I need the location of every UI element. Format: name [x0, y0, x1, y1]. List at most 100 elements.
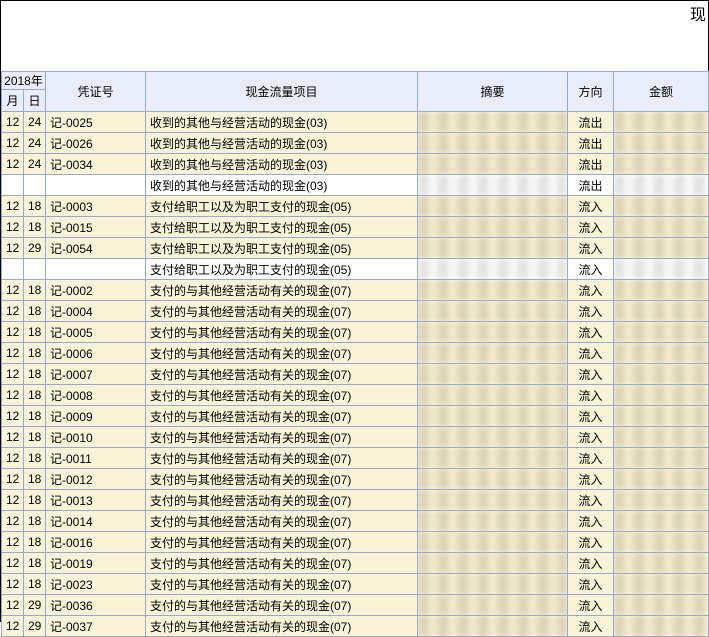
table-row[interactable]: 1229记-0054支付给职工以及为职工支付的现金(05)流入	[2, 238, 709, 259]
table-row[interactable]: 1229记-0036支付的与其他经营活动有关的现金(07)流入	[2, 595, 709, 616]
col-amount[interactable]: 金额	[614, 72, 709, 112]
table-row[interactable]: 1218记-0003支付给职工以及为职工支付的现金(05)流入	[2, 196, 709, 217]
cell-voucher-no[interactable]: 记-0015	[46, 217, 146, 238]
table-row[interactable]: 1218记-0006支付的与其他经营活动有关的现金(07)流入	[2, 343, 709, 364]
cell-cashflow-item: 支付的与其他经营活动有关的现金(07)	[146, 448, 418, 469]
table-row[interactable]: 1218记-0010支付的与其他经营活动有关的现金(07)流入	[2, 427, 709, 448]
cell-voucher-no[interactable]: 记-0006	[46, 343, 146, 364]
cell-voucher-no[interactable]: 记-0008	[46, 385, 146, 406]
cell-voucher-no[interactable]: 记-0034	[46, 154, 146, 175]
cell-month: 12	[2, 427, 24, 448]
cell-voucher-no[interactable]: 记-0002	[46, 280, 146, 301]
cell-voucher-no[interactable]: 记-0016	[46, 532, 146, 553]
cell-voucher-no[interactable]: 记-0009	[46, 406, 146, 427]
cell-day: 18	[24, 385, 46, 406]
cell-voucher-no[interactable]: 记-0005	[46, 322, 146, 343]
cell-summary	[418, 175, 568, 196]
cell-amount	[614, 469, 709, 490]
cell-day: 18	[24, 364, 46, 385]
cell-voucher-no[interactable]: 记-0025	[46, 112, 146, 133]
cell-voucher-no[interactable]: 记-0054	[46, 238, 146, 259]
cell-voucher-no[interactable]: 记-0013	[46, 490, 146, 511]
col-voucher-no[interactable]: 凭证号	[46, 72, 146, 112]
cell-direction: 流入	[568, 595, 614, 616]
cell-summary	[418, 448, 568, 469]
cell-voucher-no[interactable]: 记-0036	[46, 595, 146, 616]
cell-voucher-no[interactable]: 记-0010	[46, 427, 146, 448]
cell-direction: 流入	[568, 427, 614, 448]
col-month[interactable]: 月	[2, 90, 24, 112]
cell-voucher-no[interactable]: 记-0026	[46, 133, 146, 154]
cell-month: 12	[2, 574, 24, 595]
cell-voucher-no[interactable]: 记-0004	[46, 301, 146, 322]
subtotal-row[interactable]: 支付给职工以及为职工支付的现金(05)流入	[2, 259, 709, 280]
cell-day: 18	[24, 490, 46, 511]
table-row[interactable]: 1218记-0002支付的与其他经营活动有关的现金(07)流入	[2, 280, 709, 301]
table-row[interactable]: 1218记-0015支付给职工以及为职工支付的现金(05)流入	[2, 217, 709, 238]
col-day[interactable]: 日	[24, 90, 46, 112]
cell-cashflow-item: 支付的与其他经营活动有关的现金(07)	[146, 322, 418, 343]
cell-summary	[418, 196, 568, 217]
table-row[interactable]: 1224记-0025收到的其他与经营活动的现金(03)流出	[2, 112, 709, 133]
cell-amount	[614, 364, 709, 385]
cell-day: 18	[24, 322, 46, 343]
col-summary[interactable]: 摘要	[418, 72, 568, 112]
cell-summary	[418, 364, 568, 385]
cell-cashflow-item: 支付的与其他经营活动有关的现金(07)	[146, 364, 418, 385]
table-row[interactable]: 1218记-0013支付的与其他经营活动有关的现金(07)流入	[2, 490, 709, 511]
col-direction[interactable]: 方向	[568, 72, 614, 112]
cell-amount	[614, 133, 709, 154]
subtotal-row[interactable]: 收到的其他与经营活动的现金(03)流出	[2, 175, 709, 196]
cell-voucher-no[interactable]: 记-0019	[46, 553, 146, 574]
cell-amount	[614, 427, 709, 448]
cell-voucher-no[interactable]	[46, 259, 146, 280]
cell-month: 12	[2, 385, 24, 406]
cell-amount	[614, 574, 709, 595]
col-cashflow-item[interactable]: 现金流量项目	[146, 72, 418, 112]
table-row[interactable]: 1218记-0023支付的与其他经营活动有关的现金(07)流入	[2, 574, 709, 595]
col-year[interactable]: 2018年	[2, 72, 46, 90]
table-row[interactable]: 1218记-0016支付的与其他经营活动有关的现金(07)流入	[2, 532, 709, 553]
cell-voucher-no[interactable]: 记-0003	[46, 196, 146, 217]
cell-voucher-no[interactable]: 记-0037	[46, 616, 146, 637]
cell-direction: 流出	[568, 175, 614, 196]
cell-month: 12	[2, 406, 24, 427]
cell-day: 18	[24, 343, 46, 364]
table-row[interactable]: 1229记-0037支付的与其他经营活动有关的现金(07)流入	[2, 616, 709, 637]
cell-summary	[418, 322, 568, 343]
table-row[interactable]: 1218记-0009支付的与其他经营活动有关的现金(07)流入	[2, 406, 709, 427]
cell-direction: 流入	[568, 616, 614, 637]
cell-cashflow-item: 支付的与其他经营活动有关的现金(07)	[146, 616, 418, 637]
table-row[interactable]: 1218记-0014支付的与其他经营活动有关的现金(07)流入	[2, 511, 709, 532]
table-row[interactable]: 1218记-0004支付的与其他经营活动有关的现金(07)流入	[2, 301, 709, 322]
cell-amount	[614, 154, 709, 175]
cell-amount	[614, 511, 709, 532]
table-row[interactable]: 1218记-0011支付的与其他经营活动有关的现金(07)流入	[2, 448, 709, 469]
cell-voucher-no[interactable]: 记-0012	[46, 469, 146, 490]
table-row[interactable]: 1218记-0019支付的与其他经营活动有关的现金(07)流入	[2, 553, 709, 574]
cell-direction: 流入	[568, 511, 614, 532]
cell-summary	[418, 385, 568, 406]
cell-summary	[418, 133, 568, 154]
cell-voucher-no[interactable]: 记-0007	[46, 364, 146, 385]
table-row[interactable]: 1224记-0034收到的其他与经营活动的现金(03)流出	[2, 154, 709, 175]
cell-voucher-no[interactable]: 记-0023	[46, 574, 146, 595]
cell-summary	[418, 217, 568, 238]
cell-month: 12	[2, 196, 24, 217]
cell-cashflow-item: 收到的其他与经营活动的现金(03)	[146, 112, 418, 133]
table-row[interactable]: 1218记-0008支付的与其他经营活动有关的现金(07)流入	[2, 385, 709, 406]
cell-month: 12	[2, 343, 24, 364]
table-row[interactable]: 1224记-0026收到的其他与经营活动的现金(03)流出	[2, 133, 709, 154]
cell-direction: 流入	[568, 385, 614, 406]
cell-voucher-no[interactable]: 记-0011	[46, 448, 146, 469]
cell-day: 18	[24, 469, 46, 490]
table-row[interactable]: 1218记-0012支付的与其他经营活动有关的现金(07)流入	[2, 469, 709, 490]
cell-cashflow-item: 收到的其他与经营活动的现金(03)	[146, 133, 418, 154]
cell-month: 12	[2, 301, 24, 322]
cell-voucher-no[interactable]: 记-0014	[46, 511, 146, 532]
table-row[interactable]: 1218记-0005支付的与其他经营活动有关的现金(07)流入	[2, 322, 709, 343]
cell-voucher-no[interactable]	[46, 175, 146, 196]
table-row[interactable]: 1218记-0007支付的与其他经营活动有关的现金(07)流入	[2, 364, 709, 385]
cell-amount	[614, 259, 709, 280]
cell-amount	[614, 532, 709, 553]
